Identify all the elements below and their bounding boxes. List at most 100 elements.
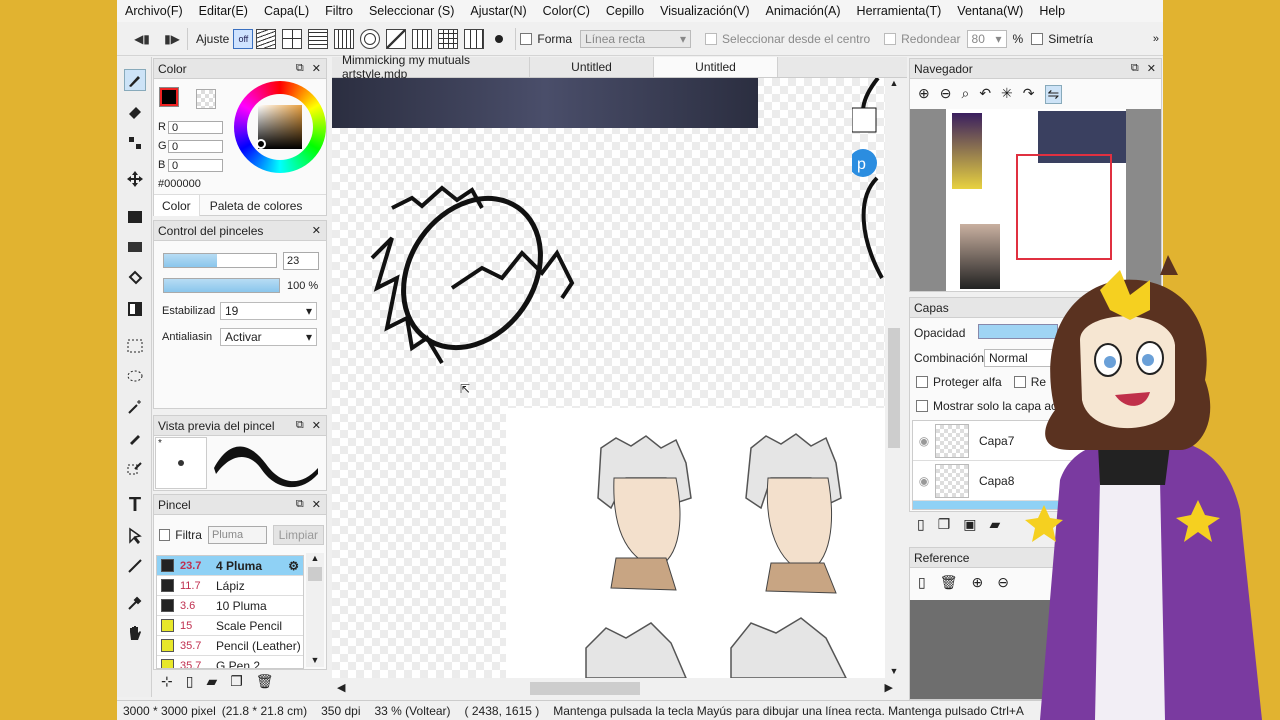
tab-doc-2[interactable]: Untitled xyxy=(530,57,654,77)
close-icon[interactable]: ✕ xyxy=(312,498,321,511)
filter-checkbox[interactable] xyxy=(159,529,171,541)
close-icon[interactable]: ✕ xyxy=(312,62,321,75)
hue-ring[interactable] xyxy=(234,81,326,173)
parallel-snap-icon[interactable] xyxy=(256,28,277,49)
eye-icon[interactable]: ◉ xyxy=(913,474,935,488)
zoom-fit-icon[interactable]: ⌕ xyxy=(961,85,969,104)
horizontal-scrollbar[interactable]: ◀ ▶ xyxy=(332,679,903,699)
add-brush-icon[interactable]: ⊹ xyxy=(161,673,173,690)
menu-item[interactable]: Seleccionar (S) xyxy=(361,4,462,18)
overflow-chevron-icon[interactable]: » xyxy=(1153,33,1159,45)
close-icon[interactable]: ✕ xyxy=(312,224,321,237)
b-field[interactable]: 0 xyxy=(168,159,223,172)
brush-list-item[interactable]: 23.7 4 Pluma ⚙ xyxy=(157,556,303,576)
copy-icon[interactable]: ❐ xyxy=(230,673,243,690)
snap-off-button[interactable]: off xyxy=(233,28,254,49)
simetria-checkbox[interactable] xyxy=(1031,32,1044,45)
close-icon[interactable]: ✕ xyxy=(312,419,321,432)
flip-icon[interactable]: ⇋ xyxy=(1044,85,1063,104)
forma-checkbox[interactable] xyxy=(520,32,533,45)
brush-list-item[interactable]: 3.6 10 Pluma xyxy=(157,596,303,616)
clear-button[interactable]: Limpiar xyxy=(272,525,324,545)
rotate-left-icon[interactable]: ↶ xyxy=(979,85,991,104)
close-icon[interactable]: ✕ xyxy=(1147,62,1156,75)
menu-item[interactable]: Archivo(F) xyxy=(117,4,191,18)
folder-icon[interactable]: ▰ xyxy=(206,673,217,690)
bucket-tool-icon[interactable] xyxy=(124,267,146,289)
zoom-in-icon[interactable]: ⊕ xyxy=(918,85,930,104)
dot-tool-icon[interactable] xyxy=(124,132,146,154)
menu-item[interactable]: Ajustar(N) xyxy=(462,4,534,18)
opacity-slider[interactable] xyxy=(163,278,280,293)
vertical-snap-icon[interactable] xyxy=(334,28,355,49)
folder-icon[interactable]: ▰ xyxy=(990,516,1001,533)
menu-item[interactable]: Visualización(V) xyxy=(652,4,757,18)
zoom-in-icon[interactable]: ⊕ xyxy=(972,574,984,591)
drawing-canvas[interactable]: ⇱ p xyxy=(332,78,885,678)
brush-list-item[interactable]: 15 Scale Pencil xyxy=(157,616,303,636)
eyedropper-icon[interactable] xyxy=(124,592,146,614)
menu-item[interactable]: Editar(E) xyxy=(191,4,256,18)
perspective-snap-icon[interactable] xyxy=(412,28,433,49)
prev-icon[interactable]: ◀▮ xyxy=(131,28,153,50)
grid-snap-icon[interactable] xyxy=(438,28,459,49)
estabilidad-select[interactable]: 19 ▾ xyxy=(220,302,317,320)
cross-snap-icon[interactable] xyxy=(282,28,303,49)
menu-item[interactable]: Color(C) xyxy=(535,4,598,18)
select-eraser-icon[interactable] xyxy=(124,457,146,479)
brush-tool-icon[interactable] xyxy=(124,69,146,91)
forma-select[interactable]: Línea recta ▾ xyxy=(580,29,692,48)
tab-palette[interactable]: Paleta de colores xyxy=(200,195,313,216)
gear-icon[interactable]: ⚙ xyxy=(288,559,299,573)
zoom-out-icon[interactable]: ⊖ xyxy=(940,85,952,104)
new-reference-icon[interactable]: ▯ xyxy=(918,574,926,591)
float-icon[interactable]: ⧉ xyxy=(1131,62,1139,75)
gradient-fill-icon[interactable] xyxy=(124,298,146,320)
float-icon[interactable]: ⧉ xyxy=(296,62,304,75)
hand-tool-icon[interactable] xyxy=(124,622,146,644)
move-tool-icon[interactable] xyxy=(124,168,146,190)
filter-input[interactable]: Pluma xyxy=(207,526,267,544)
brush-list-item[interactable]: 35.7 Pencil (Leather) xyxy=(157,636,303,656)
divide-tool-icon[interactable] xyxy=(124,555,146,577)
select-center-checkbox[interactable] xyxy=(705,32,718,45)
antialias-select[interactable]: Activar ▾ xyxy=(220,328,317,346)
eye-icon[interactable]: ◉ xyxy=(913,434,935,448)
float-icon[interactable]: ⧉ xyxy=(296,498,304,511)
gradient-tool-icon[interactable] xyxy=(124,236,146,258)
new-file-icon[interactable]: ▯ xyxy=(186,673,194,690)
rect-select-icon[interactable] xyxy=(124,335,146,357)
foreground-color[interactable] xyxy=(160,88,178,106)
rotate-reset-icon[interactable]: ✳ xyxy=(1001,85,1013,104)
menu-item[interactable]: Filtro xyxy=(317,4,361,18)
eraser-tool-icon[interactable] xyxy=(124,101,146,123)
tab-doc-3[interactable]: Untitled xyxy=(654,57,778,77)
new-layer-icon[interactable]: ▯ xyxy=(917,516,925,533)
text-tool-icon[interactable]: T xyxy=(124,494,146,516)
vertical-scrollbar[interactable]: ▲ ▼ xyxy=(885,78,903,678)
size-slider[interactable] xyxy=(163,253,277,268)
operation-tool-icon[interactable] xyxy=(124,525,146,547)
transparent-color[interactable] xyxy=(196,89,216,109)
r-field[interactable]: 0 xyxy=(168,121,223,134)
tab-doc-1[interactable]: Mimmicking my mutuals artstyle.mdp xyxy=(332,53,530,81)
g-field[interactable]: 0 xyxy=(168,140,223,153)
vanishing-snap-icon[interactable] xyxy=(464,28,485,49)
layer-1-icon[interactable]: ▣ xyxy=(963,516,976,533)
menu-item[interactable]: Cepillo xyxy=(598,4,652,18)
radial-snap-icon[interactable] xyxy=(360,28,381,49)
next-icon[interactable]: ▮▶ xyxy=(161,28,183,50)
lasso-select-icon[interactable] xyxy=(124,366,146,388)
horizontal-snap-icon[interactable] xyxy=(308,28,329,49)
brush-list-item[interactable]: 11.7 Lápiz xyxy=(157,576,303,596)
float-icon[interactable]: ⧉ xyxy=(296,419,304,432)
protect-alpha-checkbox[interactable] xyxy=(916,376,928,388)
rotate-right-icon[interactable]: ↷ xyxy=(1023,85,1035,104)
menu-item[interactable]: Help xyxy=(1031,4,1073,18)
size-field[interactable]: 23 xyxy=(283,252,319,270)
sv-cursor[interactable] xyxy=(256,139,266,149)
fill-rect-tool-icon[interactable] xyxy=(124,206,146,228)
curve-snap-icon[interactable] xyxy=(386,28,407,49)
trash-icon[interactable]: 🗑 xyxy=(940,574,958,591)
magic-wand-icon[interactable] xyxy=(124,396,146,418)
